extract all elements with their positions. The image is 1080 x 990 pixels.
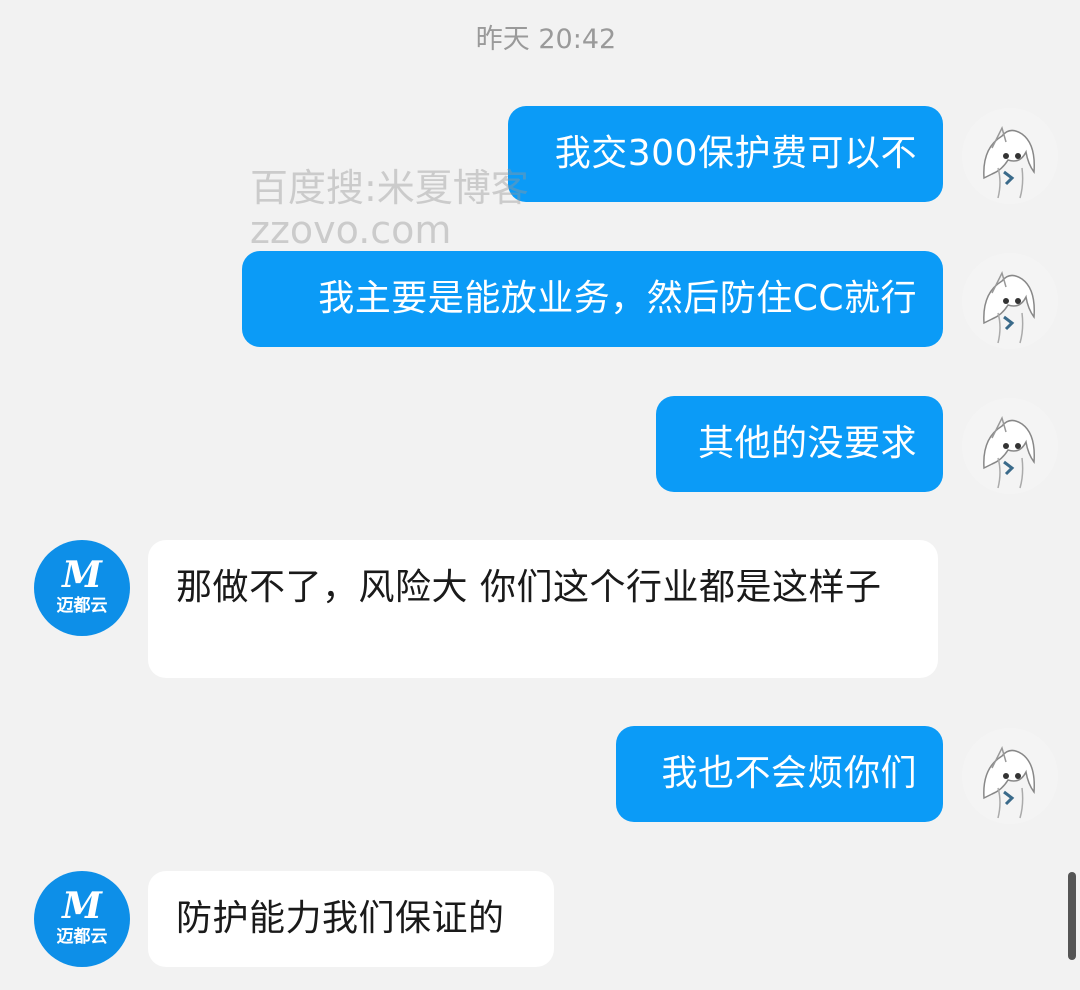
logo-m-icon: M (62, 554, 102, 596)
message-bubble-outgoing[interactable]: 我交300保护费可以不 (508, 106, 943, 202)
bot-avatar[interactable]: M 迈都云 (34, 540, 130, 636)
bot-avatar[interactable]: M 迈都云 (34, 871, 130, 967)
watermark: 百度搜:米夏博客 zzovo.com (250, 163, 529, 255)
anime-girl-avatar-icon (962, 108, 1058, 204)
watermark-line-2: zzovo.com (250, 208, 452, 252)
user-avatar[interactable] (962, 253, 1058, 349)
logo-text: 迈都云 (56, 927, 108, 947)
message-bubble-outgoing[interactable]: 其他的没要求 (656, 396, 943, 492)
user-avatar[interactable] (962, 398, 1058, 494)
message-text: 防护能力我们保证的 (176, 898, 505, 939)
message-bubble-outgoing[interactable]: 我主要是能放业务，然后防住CC就行 (242, 251, 943, 347)
anime-girl-avatar-icon (962, 728, 1058, 824)
watermark-line-1: 百度搜:米夏博客 (250, 166, 529, 210)
message-text: 其他的没要求 (697, 423, 917, 464)
message-bubble-outgoing[interactable]: 我也不会烦你们 (616, 726, 943, 822)
message-bubble-incoming[interactable]: 那做不了，风险大 你们这个行业都是这样子 (148, 540, 938, 678)
user-avatar[interactable] (962, 728, 1058, 824)
anime-girl-avatar-icon (962, 398, 1058, 494)
timestamp: 昨天 20:42 (475, 24, 617, 55)
message-bubble-incoming[interactable]: 防护能力我们保证的 (148, 871, 554, 967)
message-text: 那做不了，风险大 你们这个行业都是这样子 (176, 567, 882, 608)
message-text: 我主要是能放业务，然后防住CC就行 (318, 278, 917, 319)
user-avatar[interactable] (962, 108, 1058, 204)
logo-m-icon: M (62, 885, 102, 927)
anime-girl-avatar-icon (962, 253, 1058, 349)
message-text: 我也不会烦你们 (661, 753, 917, 794)
message-text: 我交300保护费可以不 (554, 133, 917, 174)
logo-text: 迈都云 (56, 596, 108, 616)
scrollbar[interactable] (1068, 872, 1076, 960)
